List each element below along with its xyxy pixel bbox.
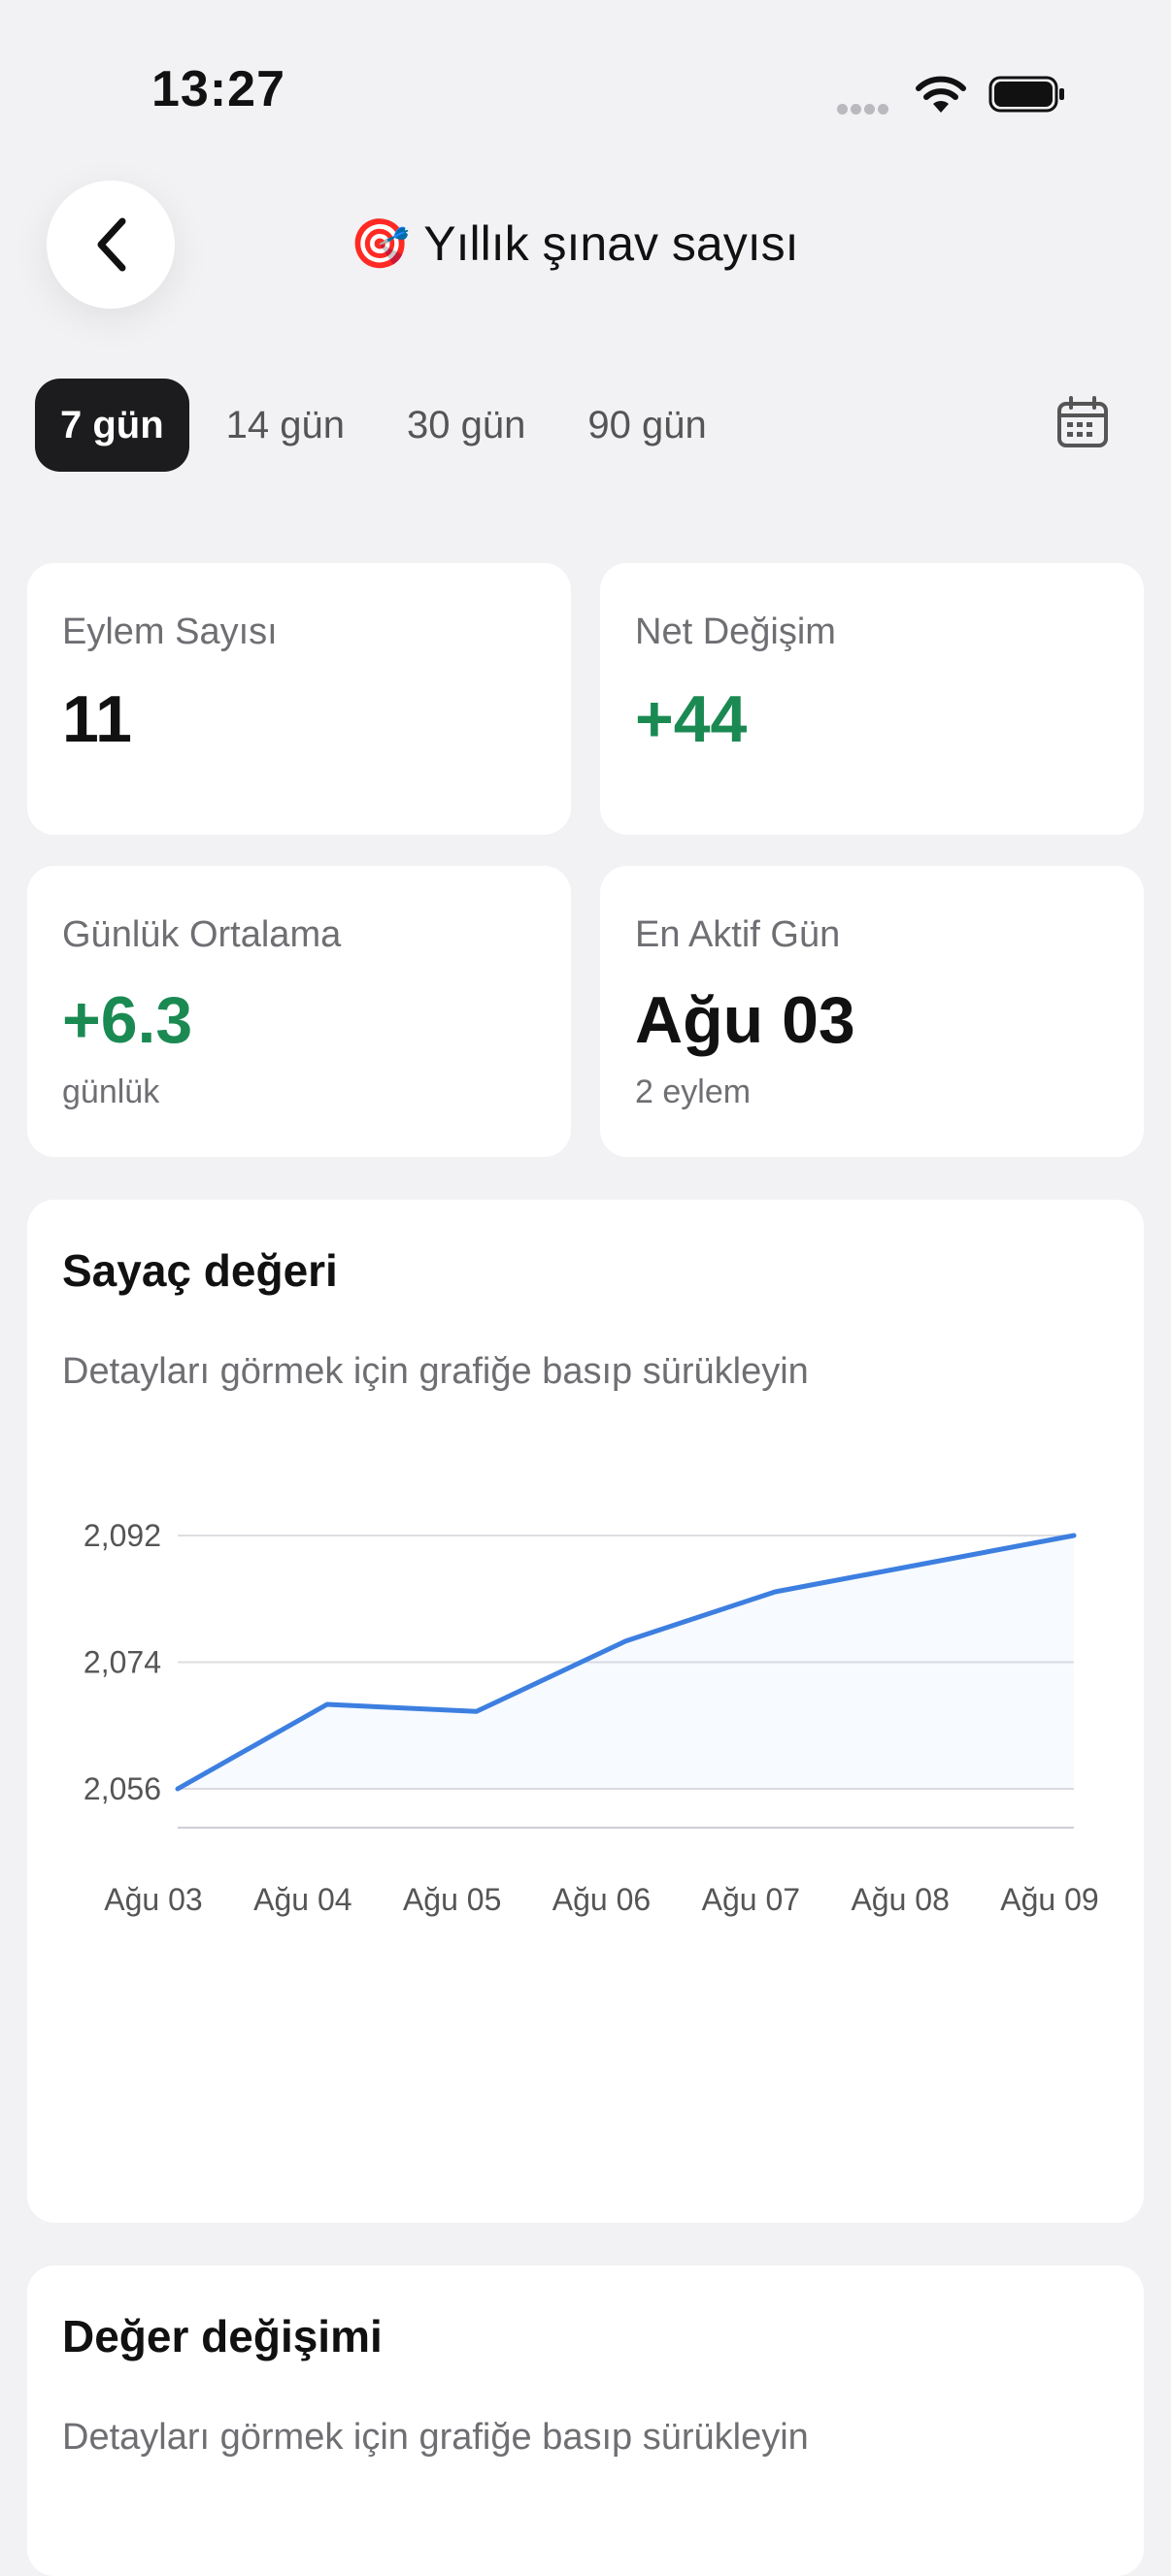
data-point [1071,1533,1077,1538]
stat-value: Ağu 03 [635,983,855,1057]
chevron-left-icon [97,217,126,272]
target-icon: 🎯 [350,216,411,271]
chart-title: Değer değişimi [62,2311,383,2361]
x-tick-label: Ağu 07 [702,1882,800,1917]
data-point [474,1708,480,1714]
status-time: 13:27 [151,61,285,117]
stat-label: Günlük Ortalama [62,914,342,955]
y-tick-label: 2,056 [84,1771,161,1806]
header: 🎯 Yıllık şınav sayısı [0,165,1171,330]
stat-sub: 2 eylem [635,1073,752,1110]
data-point [772,1589,778,1595]
stat-label: En Aktif Gün [635,914,841,955]
y-tick-label: 2,092 [84,1518,161,1553]
x-tick-label: Ağu 05 [403,1882,501,1917]
stat-label: Eylem Sayısı [62,611,278,652]
x-tick-label: Ağu 09 [1000,1882,1098,1917]
page-title-text: Yıllık şınav sayısı [423,216,799,271]
x-tick-label: Ağu 08 [851,1882,949,1917]
page-title: 🎯 Yıllık şınav sayısı [350,215,799,273]
data-point [175,1786,181,1792]
range-tabs: 7 gün 14 gün 30 gün 90 gün [35,379,744,472]
stat-card-net-change: Net Değişim +44 [600,563,1144,835]
stat-value: +6.3 [62,983,193,1057]
x-tick-label: Ağu 04 [253,1882,351,1917]
chart-hint: Detayları görmek için grafiğe basıp sürü… [62,1351,809,1392]
chart-hint: Detayları görmek için grafiğe basıp sürü… [62,2417,809,2458]
x-tick-label: Ağu 06 [552,1882,651,1917]
battery-icon [988,76,1064,113]
data-point [623,1638,629,1644]
tab-90-days[interactable]: 90 gün [562,379,731,472]
stat-label: Net Değişim [635,611,836,652]
tab-7-days[interactable]: 7 gün [35,379,189,472]
change-chart-card: Değer değişimi Detayları görmek için gra… [27,2265,1144,2576]
back-button[interactable] [47,181,175,309]
stat-card-most-active-day: En Aktif Gün Ağu 03 2 eylem [600,866,1144,1157]
data-point [324,1701,330,1707]
stat-card-daily-average: Günlük Ortalama +6.3 günlük [27,866,571,1157]
status-bar: 13:27 [0,0,1171,126]
chart-title: Sayaç değeri [62,1245,338,1296]
tab-30-days[interactable]: 30 gün [382,379,551,472]
counter-chart-card: Sayaç değeri Detayları görmek için grafi… [27,1200,1144,2223]
counter-line-chart[interactable]: 2,056 2,074 2,092 Ağu 03 Ağu 04 Ağu 05 Ağu 06 A… [27,1423,1144,2199]
y-tick-label: 2,074 [84,1645,161,1680]
data-point [921,1561,927,1567]
stat-value: +44 [635,682,748,756]
stat-card-actions: Eylem Sayısı 11 [27,563,571,835]
cellular-signal-icon [837,102,891,119]
x-tick-label: Ağu 03 [104,1882,202,1917]
tab-14-days[interactable]: 14 gün [201,379,370,472]
stat-sub: günlük [62,1073,160,1110]
stat-value: 11 [62,682,132,756]
wifi-icon [916,76,966,113]
calendar-icon[interactable] [1056,396,1109,448]
